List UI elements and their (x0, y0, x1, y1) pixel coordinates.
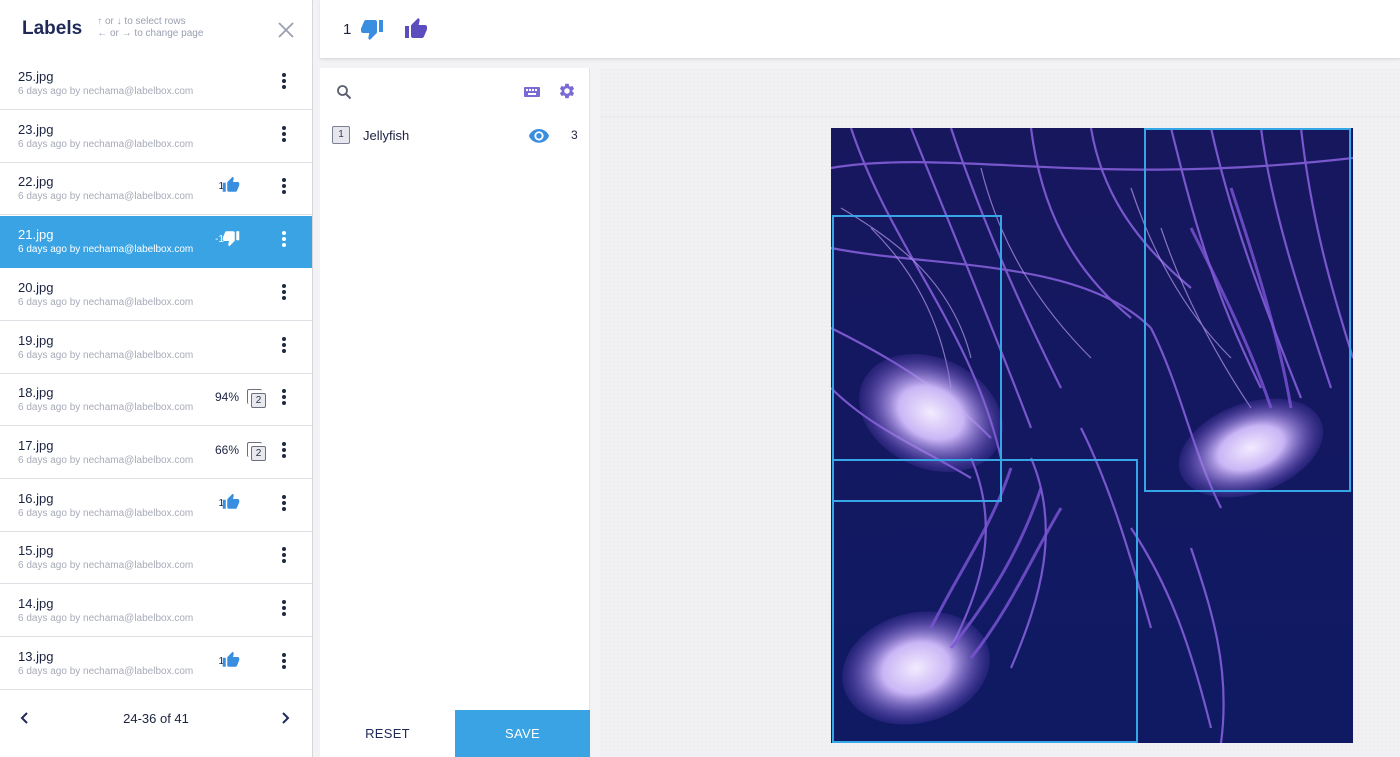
more-vert-icon[interactable] (274, 599, 294, 621)
tool-hotkey: 1 (332, 126, 350, 144)
label-row[interactable]: 20.jpg 6 days ago by nechama@labelbox.com (0, 268, 312, 321)
label-meta: 6 days ago by nechama@labelbox.com (18, 296, 194, 308)
more-vert-icon[interactable] (274, 652, 294, 674)
label-row[interactable]: 19.jpg 6 days ago by nechama@labelbox.com (0, 321, 312, 374)
thumbs-up-icon (222, 176, 242, 196)
eye-icon[interactable] (528, 126, 550, 144)
labels-title: Labels (22, 18, 83, 39)
label-row[interactable]: 13.jpg 6 days ago by nechama@labelbox.com… (0, 637, 312, 690)
thumbs-up-icon (222, 651, 242, 671)
labels-panel: Labels ↑ or ↓ to select rows ← or → to c… (0, 0, 313, 757)
review-score: 1 (218, 497, 224, 509)
label-filename: 21.jpg (18, 227, 54, 243)
agreement-percent: 94% (214, 390, 239, 405)
label-row[interactable]: 14.jpg 6 days ago by nechama@labelbox.com (0, 585, 312, 637)
label-meta: 6 days ago by nechama@labelbox.com (18, 349, 194, 361)
thumbs-down-icon[interactable] (360, 17, 384, 41)
label-meta: 6 days ago by nechama@labelbox.com (18, 454, 194, 466)
save-button[interactable]: SAVE (455, 710, 590, 757)
canvas-divider (600, 116, 1400, 117)
more-vert-icon[interactable] (274, 494, 294, 516)
keyboard-hints: ↑ or ↓ to select rows ← or → to change p… (97, 16, 203, 40)
more-vert-icon[interactable] (274, 441, 294, 463)
search-icon[interactable] (336, 84, 352, 100)
label-filename: 16.jpg (18, 490, 54, 506)
review-score: -1 (215, 234, 224, 246)
more-vert-icon[interactable] (274, 388, 294, 410)
more-vert-icon[interactable] (274, 72, 294, 94)
label-meta: 6 days ago by nechama@labelbox.com (18, 244, 194, 256)
label-row[interactable]: 25.jpg 6 days ago by nechama@labelbox.com (0, 58, 312, 110)
reset-button[interactable]: RESET (320, 710, 455, 757)
thumbs-up-icon[interactable] (404, 17, 428, 41)
tool-name: Jellyfish (363, 128, 410, 143)
review-score: 1 (218, 655, 224, 667)
label-filename: 25.jpg (18, 69, 54, 84)
tool-jellyfish[interactable]: 1 Jellyfish 3 (320, 120, 590, 150)
label-filename: 15.jpg (18, 543, 54, 559)
label-filename: 22.jpg (18, 174, 54, 190)
gear-icon[interactable] (558, 82, 576, 100)
pagination: 24-36 of 41 (0, 692, 312, 744)
label-meta: 6 days ago by nechama@labelbox.com (18, 191, 194, 203)
label-filename: 20.jpg (18, 279, 54, 295)
label-row[interactable]: 16.jpg 6 days ago by nechama@labelbox.com… (0, 479, 312, 532)
thumbs-up-icon (222, 493, 242, 513)
more-vert-icon[interactable] (274, 546, 294, 568)
chevron-right-icon[interactable] (276, 709, 294, 727)
copies-icon: 2 (246, 388, 268, 410)
label-row[interactable]: 22.jpg 6 days ago by nechama@labelbox.com… (0, 163, 312, 216)
label-filename: 14.jpg (18, 596, 54, 611)
hint-rows: ↑ or ↓ to select rows (97, 16, 186, 27)
label-row[interactable]: 17.jpg 6 days ago by nechama@labelbox.com… (0, 426, 312, 479)
label-filename: 13.jpg (18, 648, 54, 664)
tool-count: 3 (571, 128, 578, 142)
label-filename: 23.jpg (18, 121, 54, 137)
bounding-box[interactable] (832, 459, 1138, 743)
more-vert-icon[interactable] (274, 283, 294, 305)
more-vert-icon[interactable] (274, 336, 294, 358)
more-vert-icon[interactable] (274, 125, 294, 147)
label-filename: 17.jpg (18, 437, 54, 453)
review-score: 1 (218, 181, 224, 193)
label-meta: 6 days ago by nechama@labelbox.com (18, 560, 194, 572)
more-vert-icon[interactable] (274, 230, 294, 252)
review-bar: 1 (320, 0, 1400, 59)
agreement-percent: 66% (214, 442, 239, 457)
keyboard-icon[interactable] (523, 84, 541, 100)
label-meta: 6 days ago by nechama@labelbox.com (18, 402, 194, 414)
hint-pages: ← or → to change page (97, 28, 204, 39)
label-meta: 6 days ago by nechama@labelbox.com (18, 507, 194, 519)
pagination-range: 24-36 of 41 (123, 711, 189, 726)
labels-header: Labels ↑ or ↓ to select rows ← or → to c… (0, 0, 312, 58)
thumbs-down-icon (222, 229, 242, 249)
label-meta: 6 days ago by nechama@labelbox.com (18, 665, 194, 677)
more-vert-icon[interactable] (274, 177, 294, 199)
label-row[interactable]: 23.jpg 6 days ago by nechama@labelbox.com (0, 110, 312, 163)
label-meta: 6 days ago by nechama@labelbox.com (18, 138, 194, 150)
bounding-box[interactable] (1144, 128, 1351, 492)
review-score: 1 (343, 21, 352, 38)
copies-icon: 2 (246, 441, 268, 463)
tools-panel: 1 Jellyfish 3 RESET SAVE (320, 68, 590, 757)
label-filename: 18.jpg (18, 385, 54, 401)
label-row[interactable]: 15.jpg 6 days ago by nechama@labelbox.com (0, 532, 312, 585)
close-icon[interactable] (276, 20, 296, 40)
label-filename: 19.jpg (18, 332, 54, 348)
label-meta: 6 days ago by nechama@labelbox.com (18, 86, 194, 97)
label-row[interactable]: 18.jpg 6 days ago by nechama@labelbox.com… (0, 374, 312, 427)
label-row[interactable]: 21.jpg 6 days ago by nechama@labelbox.com… (0, 216, 312, 269)
label-meta: 6 days ago by nechama@labelbox.com (18, 613, 194, 624)
